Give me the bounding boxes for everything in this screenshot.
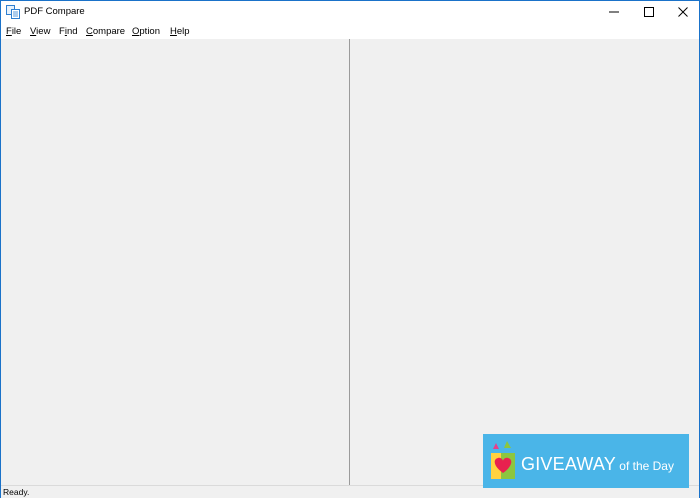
menu-find[interactable]: Find: [59, 26, 78, 37]
menu-file[interactable]: File: [6, 26, 21, 37]
menu-bar: File View Find Compare Option Help: [1, 23, 699, 39]
menu-option[interactable]: Option: [132, 26, 160, 37]
title-bar[interactable]: PDF Compare: [1, 1, 699, 23]
minimize-button[interactable]: [597, 1, 631, 23]
menu-help[interactable]: Help: [170, 26, 190, 37]
menu-compare[interactable]: Compare: [86, 26, 125, 37]
compare-workspace: [1, 39, 699, 485]
menu-view[interactable]: View: [30, 26, 50, 37]
close-button[interactable]: [666, 1, 700, 23]
giveaway-of-the-day-banner: GIVEAWAY of the Day: [483, 434, 689, 488]
gift-heart-icon: [491, 441, 515, 479]
giveaway-wordmark: GIVEAWAY of the Day: [521, 454, 674, 474]
status-text: Ready.: [3, 487, 30, 497]
right-document-pane[interactable]: [351, 39, 699, 485]
window-title: PDF Compare: [24, 6, 85, 17]
minimize-icon: [609, 11, 619, 13]
left-document-pane[interactable]: [1, 39, 349, 485]
app-window: PDF Compare File View Find Compare Optio…: [0, 0, 700, 498]
maximize-icon: [644, 7, 654, 17]
close-icon: [678, 7, 688, 17]
pdf-compare-app-icon: [6, 5, 20, 19]
maximize-button[interactable]: [632, 1, 666, 23]
